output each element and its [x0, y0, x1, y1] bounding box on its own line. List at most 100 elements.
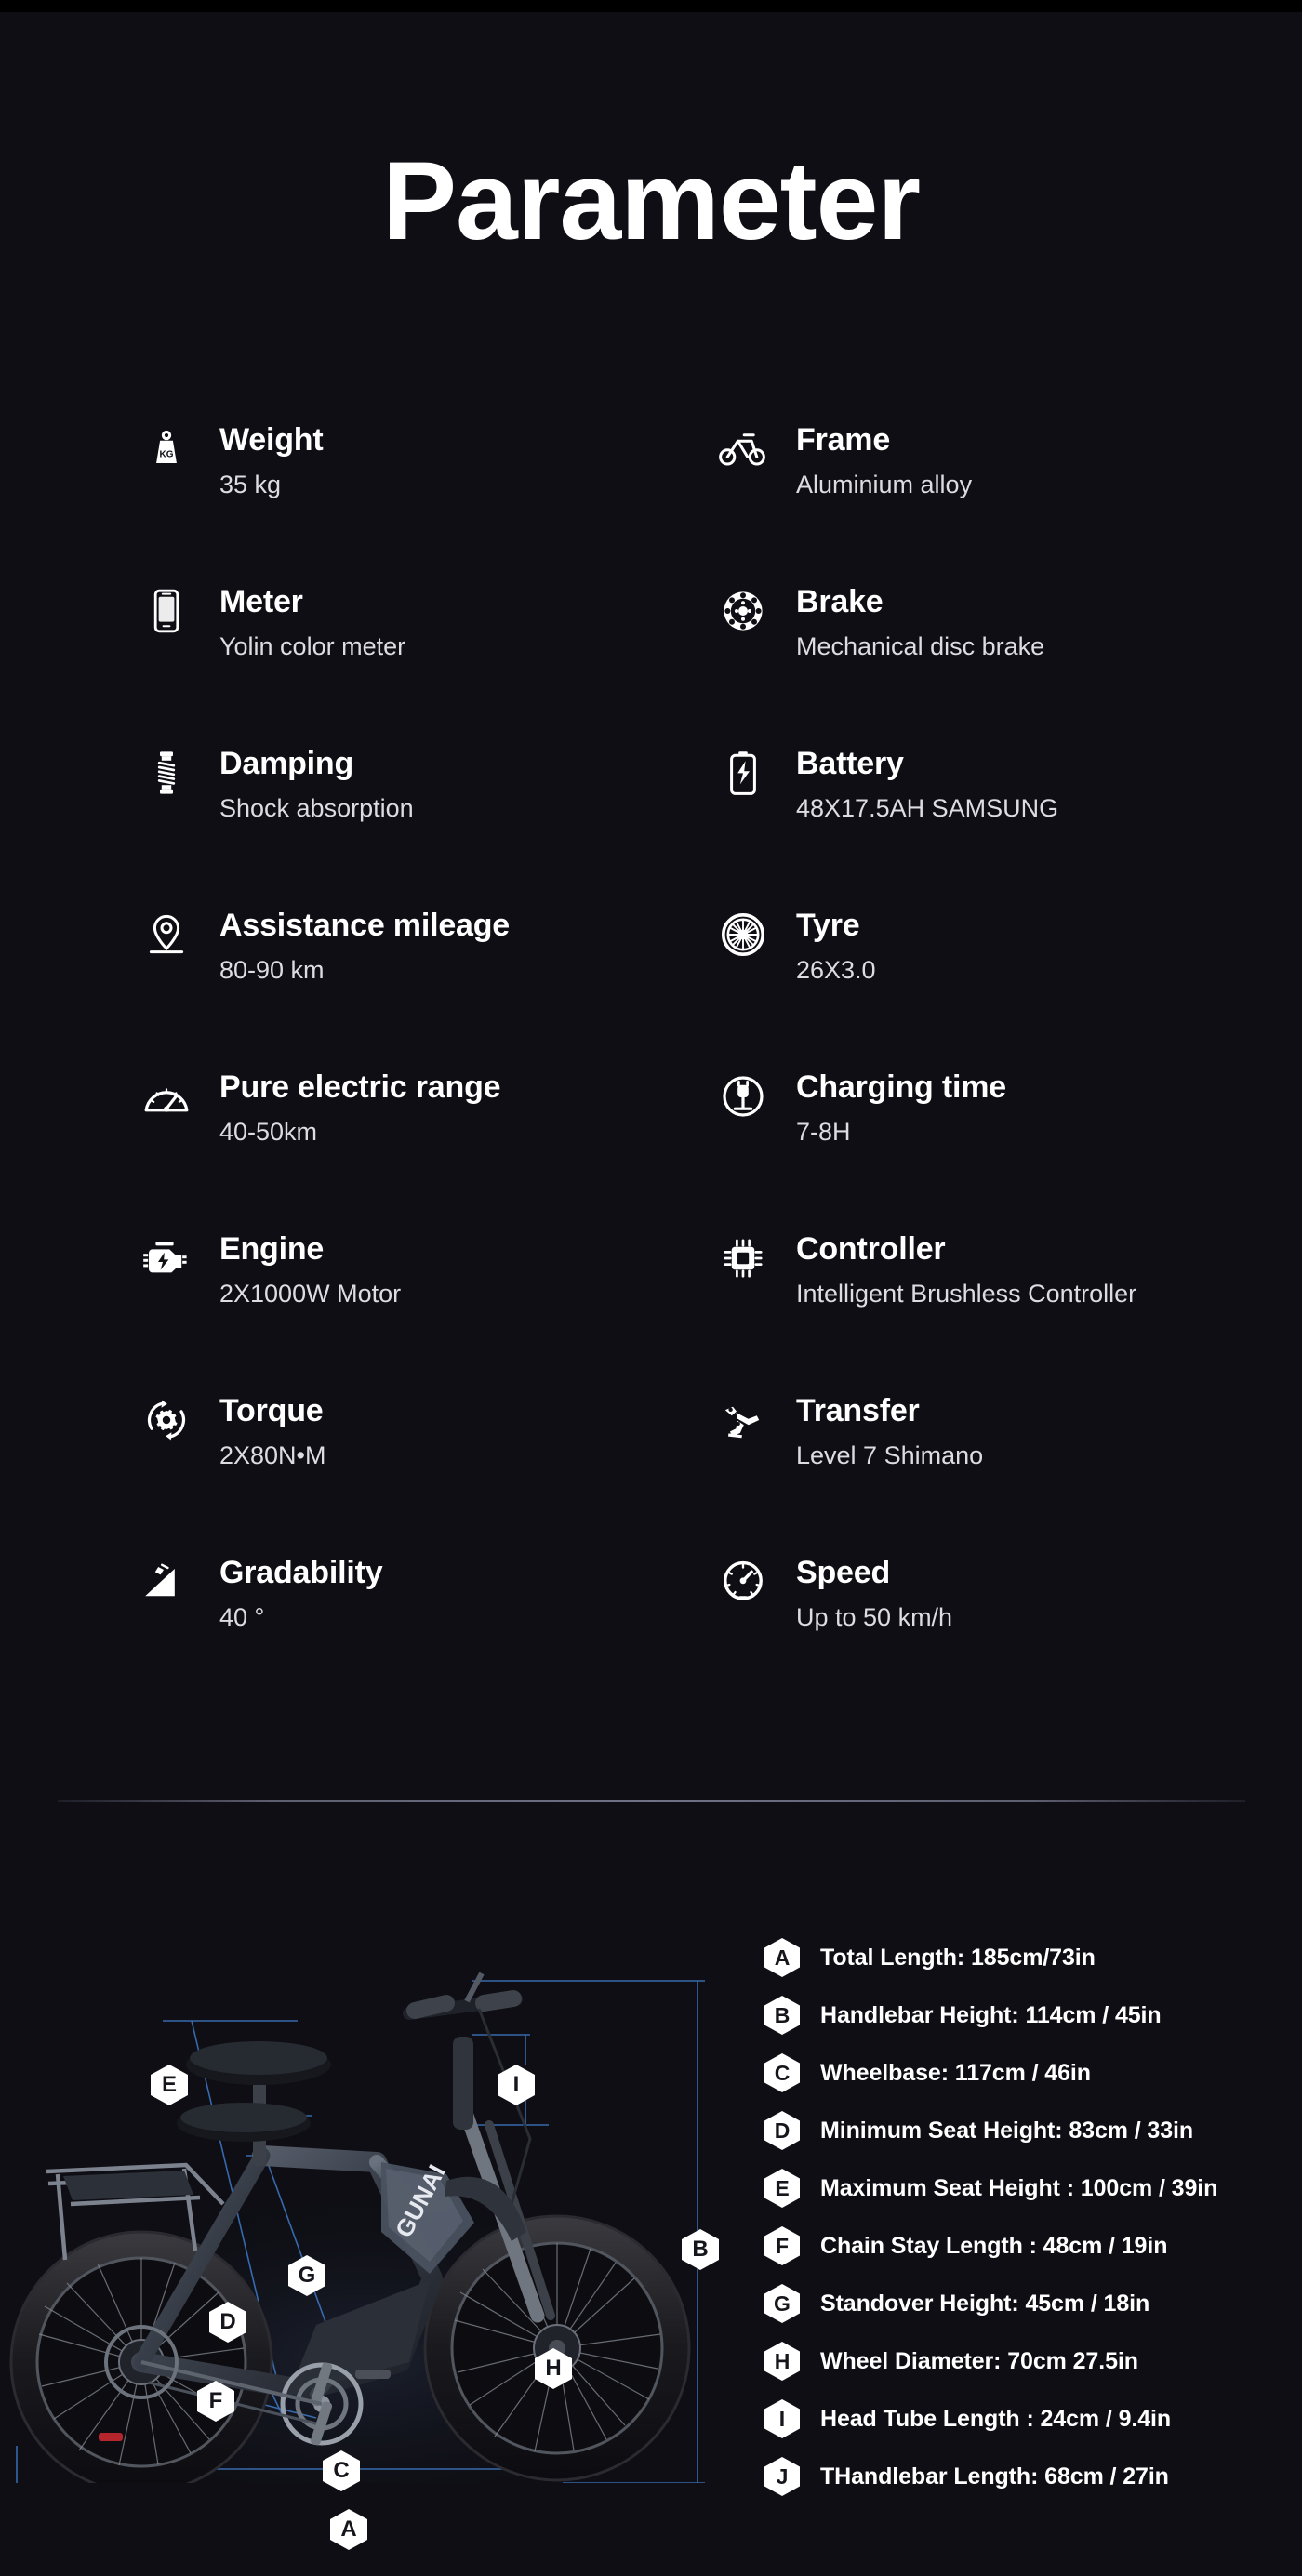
- diagram-callout-i: I: [498, 2065, 535, 2105]
- legend-badge-letter: G: [774, 2291, 790, 2316]
- bike-illustration-svg: GUNAI: [9, 1972, 705, 2483]
- legend-badge-hexagon: F: [764, 2226, 800, 2265]
- battery-icon: [716, 746, 770, 800]
- spec-value: 7-8H: [796, 1118, 851, 1147]
- diagram-callout-h: H: [535, 2348, 572, 2389]
- spec-row: Torque 2X80N•M: [140, 1391, 716, 1553]
- spec-row: Controller Intelligent Brushless Controll…: [716, 1229, 1302, 1391]
- legend-text: Minimum Seat Height: 83cm / 33in: [820, 2117, 1194, 2144]
- spec-text: Brake Mechanical disc brake: [796, 582, 1044, 661]
- callout-letter: E: [161, 2072, 177, 2097]
- map-pin-icon: [140, 908, 193, 962]
- page-title: Parameter: [381, 139, 921, 263]
- spec-text: Charging time 7-8H: [796, 1068, 1006, 1147]
- callout-letter: B: [692, 2237, 709, 2262]
- spec-value: Yolin color meter: [219, 632, 406, 661]
- legend-badge-hexagon: H: [764, 2342, 800, 2381]
- weight-kg-icon: KG: [140, 422, 193, 476]
- legend-item: E Maximum Seat Height : 100cm / 39in: [764, 2159, 1285, 2217]
- spec-text: Meter Yolin color meter: [219, 582, 405, 661]
- spec-value: Shock absorption: [219, 794, 414, 823]
- legend-text: Wheelbase: 117cm / 46in: [820, 2059, 1091, 2086]
- legend-badge-hexagon: G: [764, 2284, 800, 2323]
- spec-text: Weight 35 kg: [219, 420, 324, 499]
- diagram-callout-b: B: [682, 2229, 719, 2270]
- top-black-bar: [0, 0, 1302, 12]
- spec-grid: KG Weight 35 kg Frame Aluminium alloy Meter Yo…: [0, 420, 1302, 1715]
- legend-badge-letter: B: [774, 2002, 790, 2027]
- saddle-group: [177, 2041, 331, 2167]
- slope-gradient-icon: [140, 1555, 193, 1609]
- parameter-page: Parameter KG Weight 35 kg Frame Aluminium al…: [0, 0, 1302, 2576]
- legend-item: D Minimum Seat Height: 83cm / 33in: [764, 2102, 1285, 2159]
- spec-row: Meter Yolin color meter: [140, 582, 716, 744]
- spec-row: Assistance mileage 80-90 km: [140, 906, 716, 1068]
- spec-label: Damping: [219, 746, 354, 781]
- spec-row: Damping Shock absorption: [140, 744, 716, 906]
- spec-label: Tyre: [796, 908, 860, 943]
- spec-row: Tyre 26X3.0: [716, 906, 1302, 1068]
- diagram-callout-f: F: [197, 2381, 234, 2422]
- spec-label: Meter: [219, 584, 303, 619]
- torque-gear-icon: [140, 1393, 193, 1447]
- spec-label: Speed: [796, 1555, 891, 1590]
- spec-value: 35 kg: [219, 471, 282, 499]
- legend-item: C Wheelbase: 117cm / 46in: [764, 2044, 1285, 2102]
- spec-value: 40-50km: [219, 1118, 318, 1147]
- spec-text: Assistance mileage 80-90 km: [219, 906, 510, 985]
- spec-text: Engine 2X1000W Motor: [219, 1229, 401, 1308]
- legend-badge-hexagon: C: [764, 2053, 800, 2092]
- diagram-callout-d: D: [209, 2302, 246, 2343]
- spec-value: 48X17.5AH SAMSUNG: [796, 794, 1059, 823]
- legend-badge-letter: I: [778, 2406, 786, 2431]
- legend-badge-letter: C: [774, 2060, 790, 2085]
- diagram-callout-g: G: [288, 2255, 326, 2296]
- legend-text: Total Length: 185cm/73in: [820, 1944, 1096, 1971]
- spec-text: Gradability 40 °: [219, 1553, 383, 1632]
- spec-label: Assistance mileage: [219, 908, 511, 943]
- spec-row: Battery 48X17.5AH SAMSUNG: [716, 744, 1302, 906]
- spec-value: Up to 50 km/h: [796, 1603, 953, 1632]
- legend-badge-letter: F: [775, 2233, 790, 2258]
- dimension-diagram-section: GUNAI E I G D B H F C A A Total Length: …: [0, 1869, 1302, 2576]
- legend-badge-letter: J: [776, 2463, 789, 2489]
- gauge-icon: [140, 1069, 193, 1123]
- bicycle-frame-icon: [716, 422, 770, 476]
- callout-letter: D: [219, 2309, 236, 2334]
- legend-badge-letter: D: [774, 2118, 790, 2143]
- spec-row: Speed Up to 50 km/h: [716, 1553, 1302, 1715]
- legend-item: H Wheel Diameter: 70cm 27.5in: [764, 2332, 1285, 2390]
- spec-text: Battery 48X17.5AH SAMSUNG: [796, 744, 1058, 823]
- spec-label: Brake: [796, 584, 884, 619]
- legend-badge-hexagon: J: [764, 2457, 800, 2496]
- speedometer-icon: [716, 1555, 770, 1609]
- legend-text: Maximum Seat Height : 100cm / 39in: [820, 2174, 1218, 2201]
- spec-row: Charging time 7-8H: [716, 1068, 1302, 1229]
- spec-value: Aluminium alloy: [796, 471, 973, 499]
- diagram-callout-a: A: [330, 2509, 367, 2550]
- bike-diagram: GUNAI E I G D B H F C A: [9, 1925, 753, 2550]
- spec-label: Charging time: [796, 1069, 1006, 1105]
- legend-badge-letter: A: [774, 1945, 790, 1970]
- legend-text: Handlebar Height: 114cm / 45in: [820, 2001, 1162, 2028]
- spec-row: Pure electric range 40-50km: [140, 1068, 716, 1229]
- legend-badge-letter: E: [775, 2175, 790, 2200]
- callout-letter: I: [512, 2072, 520, 2097]
- spec-label: Battery: [796, 746, 904, 781]
- spec-label: Torque: [219, 1393, 324, 1428]
- spec-text: Controller Intelligent Brushless Controll…: [796, 1229, 1136, 1308]
- spec-value: Mechanical disc brake: [796, 632, 1045, 661]
- legend-item: B Handlebar Height: 114cm / 45in: [764, 1986, 1285, 2044]
- diagram-callout-c: C: [323, 2450, 360, 2491]
- legend-badge-hexagon: E: [764, 2169, 800, 2208]
- spec-text: Frame Aluminium alloy: [796, 420, 972, 499]
- spec-value: Level 7 Shimano: [796, 1441, 984, 1470]
- spec-row: Engine 2X1000W Motor: [140, 1229, 716, 1391]
- diagram-callout-e: E: [151, 2065, 188, 2105]
- spec-value: 26X3.0: [796, 956, 876, 985]
- legend-item: A Total Length: 185cm/73in: [764, 1929, 1285, 1986]
- spec-label: Engine: [219, 1231, 325, 1267]
- display-meter-icon: [140, 584, 193, 638]
- legend-badge-hexagon: B: [764, 1996, 800, 2035]
- spec-row: KG Weight 35 kg: [140, 420, 716, 582]
